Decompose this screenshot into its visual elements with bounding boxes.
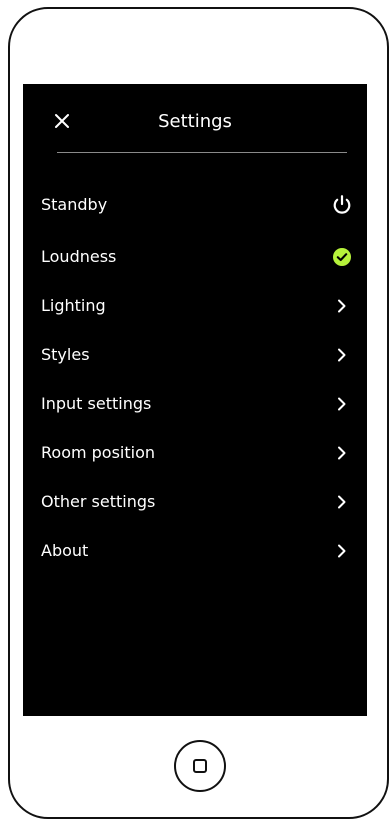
menu-item-styles[interactable]: Styles bbox=[23, 330, 367, 379]
menu-item-label: About bbox=[41, 540, 89, 560]
settings-header: Settings bbox=[23, 84, 367, 154]
chevron-right-icon bbox=[331, 344, 353, 366]
home-button-icon bbox=[193, 759, 207, 773]
chevron-right-icon bbox=[331, 491, 353, 513]
home-button[interactable] bbox=[174, 740, 226, 792]
chevron-right-icon bbox=[331, 442, 353, 464]
menu-item-other-settings[interactable]: Other settings bbox=[23, 477, 367, 526]
menu-item-about[interactable]: About bbox=[23, 526, 367, 575]
menu-item-room-position[interactable]: Room position bbox=[23, 428, 367, 477]
settings-screen: Settings Standby Loudness Lighting Style… bbox=[23, 84, 367, 716]
menu-item-label: Room position bbox=[41, 442, 156, 462]
header-divider bbox=[57, 152, 347, 153]
menu-item-label: Styles bbox=[41, 344, 90, 364]
menu-item-lighting[interactable]: Lighting bbox=[23, 281, 367, 330]
chevron-right-icon bbox=[331, 295, 353, 317]
check-circle-icon bbox=[331, 246, 353, 268]
menu-item-label: Input settings bbox=[41, 393, 152, 413]
page-title: Settings bbox=[158, 111, 232, 132]
menu-item-input-settings[interactable]: Input settings bbox=[23, 379, 367, 428]
menu-item-label: Lighting bbox=[41, 295, 106, 315]
menu-item-label: Loudness bbox=[41, 246, 117, 266]
menu-item-label: Standby bbox=[41, 194, 108, 214]
menu-item-label: Other settings bbox=[41, 491, 156, 511]
chevron-right-icon bbox=[331, 540, 353, 562]
power-icon bbox=[331, 194, 353, 216]
menu-item-standby[interactable]: Standby bbox=[23, 177, 367, 232]
chevron-right-icon bbox=[331, 393, 353, 415]
menu-item-loudness[interactable]: Loudness bbox=[23, 232, 367, 281]
settings-menu: Standby Loudness Lighting Styles Input s… bbox=[23, 177, 367, 575]
